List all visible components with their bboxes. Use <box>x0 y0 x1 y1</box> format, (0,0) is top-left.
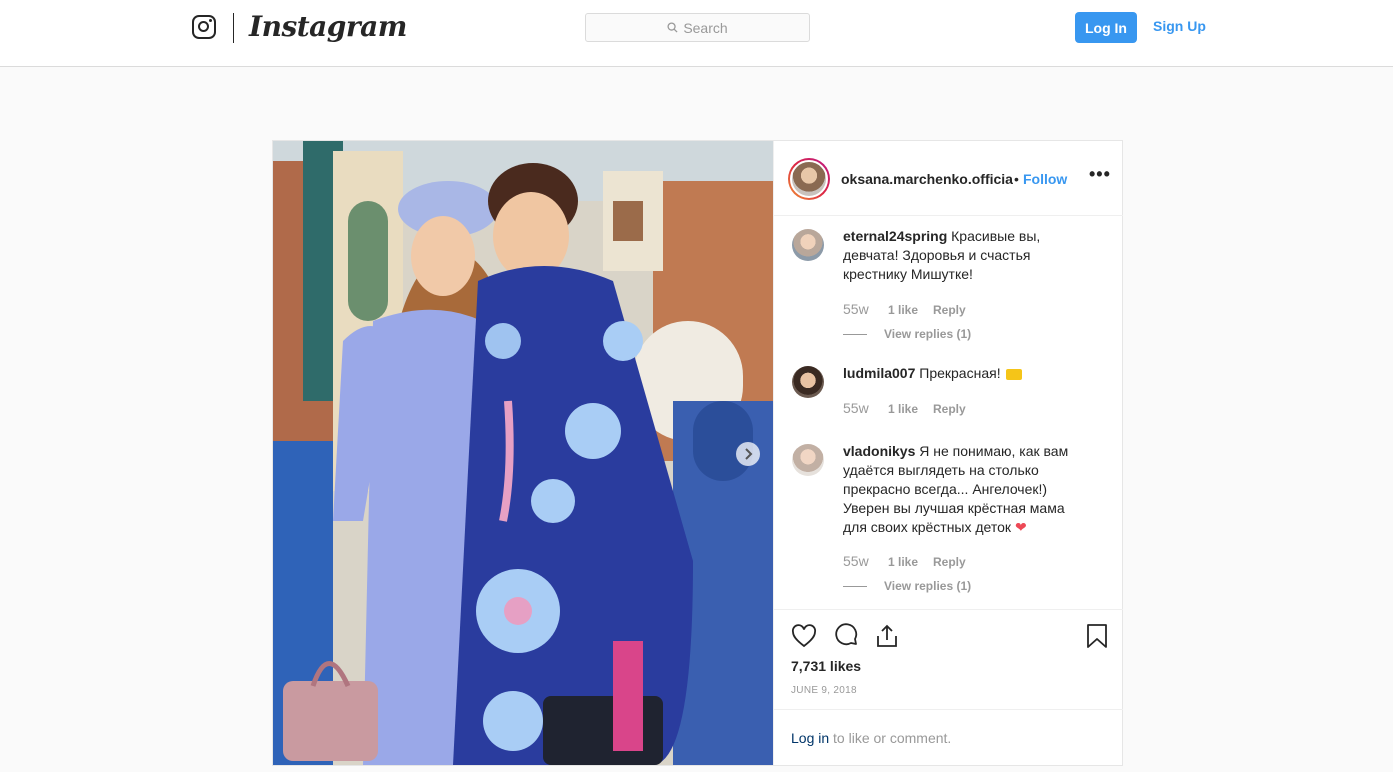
heart-emoji-icon: ❤ <box>1014 519 1027 535</box>
comment-text: ludmila007 Прекрасная! <box>843 364 1088 383</box>
owner-avatar[interactable] <box>788 158 830 200</box>
comment-meta: 55w 1 like Reply <box>843 301 966 317</box>
comment-likes[interactable]: 1 like <box>888 303 933 317</box>
more-options-button[interactable]: ••• <box>1089 164 1111 185</box>
post-date: JUNE 9, 2018 <box>791 685 857 696</box>
comment-text: eternal24spring Красивые вы, девчата! Зд… <box>843 227 1088 284</box>
comment-username[interactable]: ludmila007 <box>843 365 915 381</box>
comments-list: eternal24spring Красивые вы, девчата! Зд… <box>774 217 1123 609</box>
commenter-avatar[interactable] <box>792 229 824 261</box>
instagram-glyph-icon[interactable] <box>192 15 216 39</box>
bookmark-icon[interactable] <box>1083 622 1111 650</box>
search-icon <box>667 22 678 33</box>
view-replies-label: View replies (1) <box>884 579 972 593</box>
login-prompt-bar: Log in to like or comment. <box>774 709 1123 766</box>
post-sidebar: oksana.marchenko.officia • Follow ••• et… <box>773 141 1123 766</box>
logo-divider <box>233 13 234 43</box>
view-replies-button[interactable]: View replies (1) <box>843 327 971 341</box>
comment-username[interactable]: eternal24spring <box>843 228 947 244</box>
login-button[interactable]: Log In <box>1075 12 1137 43</box>
comment-text: vladonikys Я не понимаю, как вам удаётся… <box>843 442 1088 537</box>
comment-meta: 55w 1 like Reply <box>843 553 966 569</box>
commenter-avatar[interactable] <box>792 366 824 398</box>
signup-link[interactable]: Sign Up <box>1153 18 1206 34</box>
top-navigation-bar: Instagram Search Log In Sign Up <box>0 0 1393 67</box>
reply-button[interactable]: Reply <box>933 303 966 317</box>
chevron-right-icon <box>745 448 753 460</box>
view-replies-button[interactable]: View replies (1) <box>843 579 971 593</box>
likes-count[interactable]: 7,731 likes <box>791 658 861 674</box>
heart-icon[interactable] <box>790 622 818 650</box>
owner-username[interactable]: oksana.marchenko.officia <box>841 171 1013 187</box>
comment-meta: 55w 1 like Reply <box>843 400 966 416</box>
comment-age: 55w <box>843 400 869 416</box>
comment-age: 55w <box>843 301 869 317</box>
post-card: oksana.marchenko.officia • Follow ••• et… <box>272 140 1123 766</box>
commenter-avatar[interactable] <box>792 444 824 476</box>
comment-username[interactable]: vladonikys <box>843 443 915 459</box>
comment-likes[interactable]: 1 like <box>888 402 933 416</box>
instagram-wordmark-logo[interactable]: Instagram <box>249 10 407 43</box>
search-input[interactable]: Search <box>585 13 810 42</box>
post-photo[interactable] <box>273 141 773 765</box>
reply-button[interactable]: Reply <box>933 555 966 569</box>
reply-button[interactable]: Reply <box>933 402 966 416</box>
comment-icon[interactable] <box>832 622 860 650</box>
post-photo-image <box>273 141 773 765</box>
follow-button[interactable]: Follow <box>1023 171 1067 187</box>
view-replies-label: View replies (1) <box>884 327 972 341</box>
login-prompt: Log in to like or comment. <box>791 730 951 746</box>
comment-item: ludmila007 Прекрасная! 55w 1 like Reply <box>774 360 1123 420</box>
emoji-icon <box>1006 368 1023 380</box>
separator-dot: • <box>1014 171 1019 187</box>
search-placeholder: Search <box>683 19 728 36</box>
login-link[interactable]: Log in <box>791 730 829 746</box>
comment-likes[interactable]: 1 like <box>888 555 933 569</box>
comment-item: eternal24spring Красивые вы, девчата! Зд… <box>774 223 1123 341</box>
login-prompt-text: to like or comment. <box>829 730 952 746</box>
comment-age: 55w <box>843 553 869 569</box>
share-icon[interactable] <box>873 622 901 650</box>
comment-body: Прекрасная! <box>919 365 1001 381</box>
comment-item: vladonikys Я не понимаю, как вам удаётся… <box>774 438 1123 608</box>
next-photo-button[interactable] <box>736 442 760 466</box>
post-actions: 7,731 likes JUNE 9, 2018 Log in to like … <box>774 609 1123 766</box>
post-header: oksana.marchenko.officia • Follow ••• <box>774 141 1123 216</box>
